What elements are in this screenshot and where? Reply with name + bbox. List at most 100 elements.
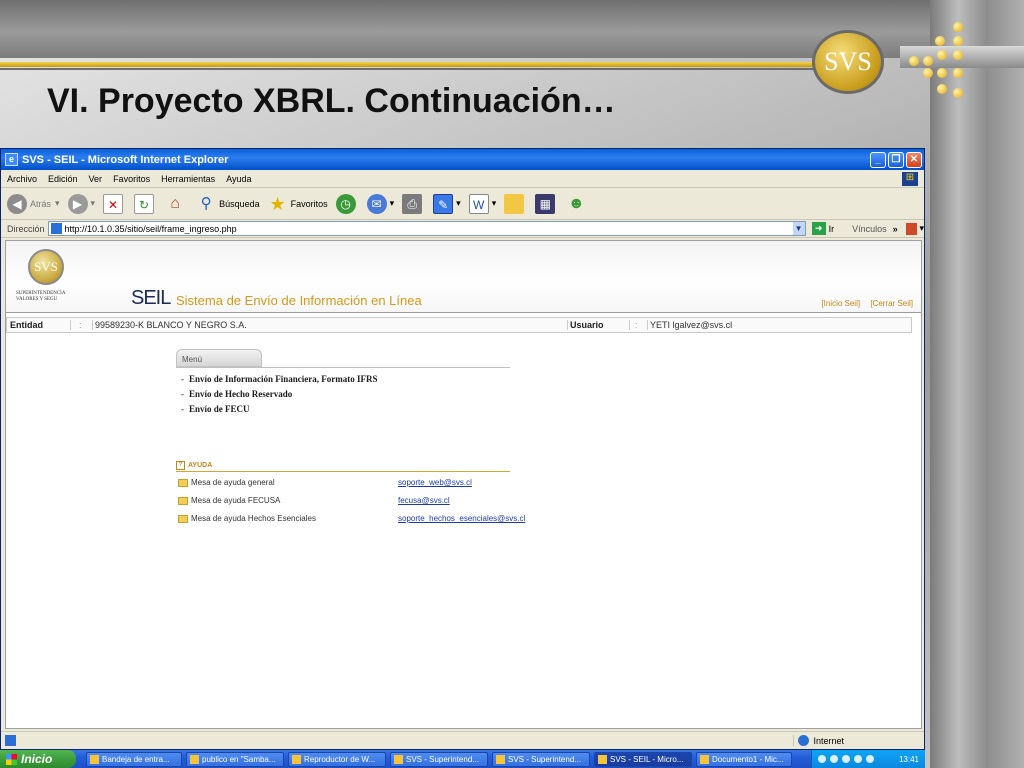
back-dropdown-icon[interactable]: ▾: [55, 198, 60, 209]
restore-button[interactable]: ❐: [888, 151, 904, 168]
taskbar-item-outlook[interactable]: Bandeja de entra...: [86, 751, 182, 767]
window-titlebar[interactable]: e SVS - SEIL - Microsoft Internet Explor…: [1, 149, 924, 170]
slide-top-band: [0, 0, 935, 58]
folder-button[interactable]: [504, 193, 527, 214]
start-button[interactable]: Inicio: [0, 750, 76, 768]
menu-item-hecho-reservado[interactable]: - Envío de Hecho Reservado: [181, 389, 292, 399]
folder-icon: [178, 478, 188, 487]
taskbar-item-svs-1[interactable]: SVS - Superintend...: [390, 751, 488, 767]
menu-ayuda[interactable]: Ayuda: [226, 174, 251, 184]
stop-button[interactable]: ✕: [103, 193, 126, 214]
search-icon: ⚲: [200, 194, 212, 212]
globe-icon: [798, 735, 810, 746]
slide-rule-shadow: [0, 68, 830, 70]
taskbar-item-word[interactable]: Documento1 - Mic...: [696, 751, 792, 767]
menu-item-fecu[interactable]: - Envío de FECU: [181, 404, 250, 414]
system-tray: 13:41: [811, 750, 925, 768]
tray-icon-1[interactable]: [818, 755, 826, 763]
taskbar-item-samba[interactable]: publico en "Samba...: [186, 751, 284, 767]
cerrar-seil-link[interactable]: [Cerrar Seil]: [870, 299, 913, 308]
home-icon: ⌂: [170, 194, 180, 212]
inicio-seil-link[interactable]: [Inicio Seil]: [821, 299, 860, 308]
menu-archivo[interactable]: Archivo: [7, 174, 37, 184]
refresh-button[interactable]: ↻: [134, 193, 157, 214]
outlook-icon: [90, 754, 99, 764]
help-email-general[interactable]: soporte_web@svs.cl: [398, 478, 472, 487]
forward-button[interactable]: ▶ ▾: [67, 193, 96, 214]
taskbar-item-seil-active[interactable]: SVS - SEIL - Micro...: [594, 751, 692, 767]
media-icon: ▦: [535, 193, 556, 214]
folder-icon: [504, 193, 525, 214]
print-button[interactable]: ⎙: [402, 193, 425, 214]
menu-herramientas[interactable]: Herramientas: [161, 174, 215, 184]
help-question-icon: ?: [176, 461, 185, 470]
word-dropdown-icon[interactable]: ▾: [492, 198, 497, 209]
back-arrow-icon: ◀: [7, 193, 27, 214]
windows-logo-icon: ⊞: [902, 171, 918, 186]
edit-dropdown-icon[interactable]: ▾: [456, 198, 461, 209]
media-button[interactable]: ▦: [535, 193, 558, 214]
refresh-icon: ↻: [134, 193, 155, 214]
messenger-icon: ☻: [567, 194, 585, 212]
search-button[interactable]: ⚲ Búsqueda: [196, 194, 260, 214]
entidad-label: Entidad: [10, 320, 43, 330]
ie-icon: [496, 754, 505, 764]
address-box[interactable]: ▼: [47, 221, 806, 236]
forward-arrow-icon: ▶: [67, 193, 88, 214]
help-row-general: Mesa de ayuda general: [178, 478, 275, 487]
printer-icon: ⎙: [402, 193, 423, 214]
menu-tab: Menú: [176, 349, 262, 367]
mail-dropdown-icon[interactable]: ▾: [390, 198, 395, 209]
page-status-icon: [5, 735, 16, 746]
stop-icon: ✕: [103, 193, 124, 214]
svs-page-logo-caption: SUPERINTENDENCIA VALORES Y SEGU: [16, 291, 66, 302]
go-button[interactable]: ➜ Ir: [811, 222, 834, 235]
address-dropdown-icon[interactable]: ▼: [792, 222, 805, 235]
forward-dropdown-icon[interactable]: ▾: [91, 198, 96, 209]
home-button[interactable]: ⌂: [165, 194, 188, 214]
history-button[interactable]: ◷: [335, 193, 359, 214]
ie-page-icon: e: [5, 153, 18, 166]
close-button[interactable]: ✕: [906, 151, 922, 168]
help-email-fecusa[interactable]: fecusa@svs.cl: [398, 496, 450, 505]
usuario-separator: :: [629, 320, 647, 330]
help-email-hechos[interactable]: soporte_hechos_esenciales@svs.cl: [398, 514, 525, 523]
history-icon: ◷: [335, 193, 356, 214]
tray-icon-4[interactable]: [854, 755, 862, 763]
slide-title: VI. Proyecto XBRL. Continuación…: [47, 82, 616, 120]
taskbar-item-svs-2[interactable]: SVS - Superintend...: [492, 751, 590, 767]
word-icon: W: [468, 193, 489, 214]
back-button[interactable]: ◀ Atrás ▾: [7, 193, 60, 214]
browser-window: e SVS - SEIL - Microsoft Internet Explor…: [0, 148, 925, 750]
seil-header: SVS SUPERINTENDENCIA VALORES Y SEGU SEIL…: [6, 241, 921, 313]
network-icon[interactable]: [866, 755, 874, 763]
menu-edicion[interactable]: Edición: [48, 174, 78, 184]
toolbar-extra-dropdown-icon[interactable]: ▾: [919, 223, 924, 234]
standard-toolbar: ◀ Atrás ▾ ▶ ▾ ✕ ↻ ⌂ ⚲ Búsqueda ★ Favorit…: [1, 188, 924, 220]
address-bar: Dirección ▼ ➜ Ir Vínculos » ▾: [1, 220, 924, 238]
clock[interactable]: 13:41: [899, 755, 919, 764]
mail-button[interactable]: ✉ ▾: [366, 193, 395, 214]
edit-button[interactable]: ✎ ▾: [433, 193, 461, 214]
help-divider: [176, 471, 510, 472]
window-title: SVS - SEIL - Microsoft Internet Explorer: [22, 153, 229, 166]
menu-item-ifrs[interactable]: - Envío de Información Financiera, Format…: [181, 374, 378, 384]
minimize-button[interactable]: _: [870, 151, 886, 168]
links-chevron-icon[interactable]: »: [893, 224, 898, 234]
taskbar-item-media-player[interactable]: Reproductor de W...: [288, 751, 386, 767]
favorites-button[interactable]: ★ Favoritos: [268, 194, 328, 214]
links-label[interactable]: Vínculos: [852, 224, 887, 234]
address-input[interactable]: [64, 223, 793, 234]
word-button[interactable]: W ▾: [468, 193, 497, 214]
messenger-button[interactable]: ☻: [566, 194, 589, 214]
seil-brand: SEIL: [131, 287, 171, 309]
taskbar: Inicio Bandeja de entra... publico en "S…: [0, 750, 925, 768]
tray-icon-2[interactable]: [830, 755, 838, 763]
word-icon: [700, 754, 709, 764]
menu-favoritos[interactable]: Favoritos: [113, 174, 150, 184]
toolbar-extra-icon[interactable]: [905, 222, 918, 235]
ie-icon: [598, 754, 607, 764]
menu-ver[interactable]: Ver: [89, 174, 103, 184]
go-arrow-icon: ➜: [811, 222, 826, 235]
tray-icon-3[interactable]: [842, 755, 850, 763]
